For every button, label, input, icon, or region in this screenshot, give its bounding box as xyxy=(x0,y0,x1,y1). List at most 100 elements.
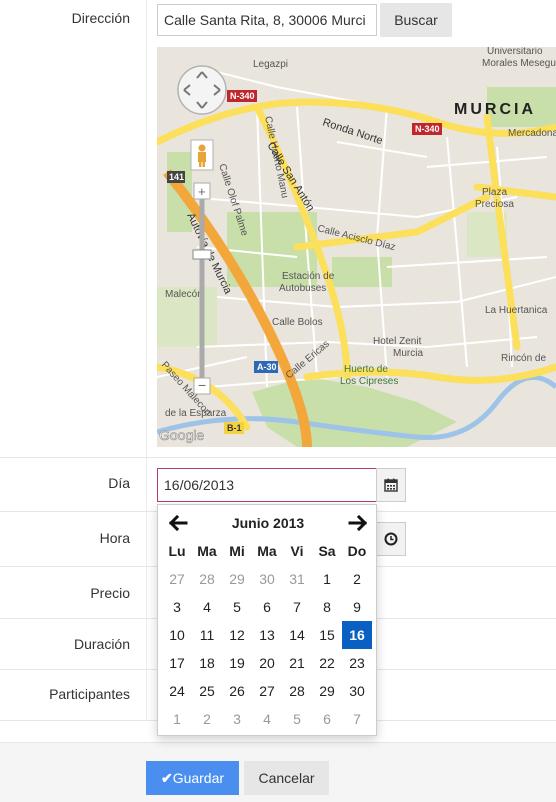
calendar-day[interactable]: 29 xyxy=(312,677,342,705)
map[interactable]: Universitario Morales Meseguer MURCIA Me… xyxy=(157,47,556,447)
map-label: Los Cipreses xyxy=(340,376,398,387)
calendar-day[interactable]: 20 xyxy=(252,649,282,677)
map-label: Hotel Zenit xyxy=(373,336,422,347)
check-icon: ✔ xyxy=(160,769,173,786)
calendar-day[interactable]: 29 xyxy=(222,565,252,593)
calendar-day[interactable]: 1 xyxy=(162,705,192,733)
datepicker-title: Junio 2013 xyxy=(231,515,305,531)
calendar-day[interactable]: 10 xyxy=(162,621,192,649)
map-label: Estación de xyxy=(282,271,335,282)
calendar-day[interactable]: 24 xyxy=(162,677,192,705)
map-label: Preciosa xyxy=(475,199,514,210)
calendar-day[interactable]: 15 xyxy=(312,621,342,649)
calendar-day[interactable]: 18 xyxy=(192,649,222,677)
route-badge: N-340 xyxy=(415,124,440,134)
weekday-header: Sa xyxy=(318,543,336,559)
cancel-button[interactable]: Cancelar xyxy=(244,761,329,795)
calendar-day[interactable]: 23 xyxy=(342,649,372,677)
calendar-day[interactable]: 5 xyxy=(222,593,252,621)
day-label: Día xyxy=(108,475,130,491)
price-label: Precio xyxy=(90,585,130,601)
weekday-header: Mi xyxy=(229,543,245,559)
map-pan-control[interactable] xyxy=(177,65,227,115)
calendar-day[interactable]: 1 xyxy=(312,565,342,593)
map-label: La Huertanica xyxy=(485,305,548,316)
label-divider xyxy=(146,567,147,618)
map-city-label: MURCIA xyxy=(454,101,536,118)
calendar-day[interactable]: 21 xyxy=(282,649,312,677)
calendar-day[interactable]: 12 xyxy=(222,621,252,649)
map-label: Murcia xyxy=(393,348,423,359)
calendar-day[interactable]: 3 xyxy=(222,705,252,733)
address-input[interactable]: Calle Santa Rita, 8, 30006 Murci xyxy=(157,4,377,36)
calendar-day[interactable]: 30 xyxy=(252,565,282,593)
next-month-button[interactable] xyxy=(346,511,370,535)
label-divider xyxy=(146,0,147,457)
calendar-day[interactable]: 11 xyxy=(192,621,222,649)
calendar-day[interactable]: 19 xyxy=(222,649,252,677)
arrow-right-icon xyxy=(348,515,368,531)
form-actions: ✔Guardar Cancelar xyxy=(0,742,556,802)
calendar-day[interactable]: 7 xyxy=(282,593,312,621)
map-label: Morales Meseguer xyxy=(482,58,556,69)
datepicker-header: Junio 2013 xyxy=(158,511,378,535)
calendar-day[interactable]: 27 xyxy=(162,565,192,593)
map-label: Mercadona xyxy=(508,128,556,139)
calendar-day[interactable]: 28 xyxy=(282,677,312,705)
weekday-header: Vi xyxy=(290,543,304,559)
label-divider xyxy=(146,670,147,720)
weekday-header: Lu xyxy=(168,543,186,559)
calendar-day[interactable]: 31 xyxy=(282,565,312,593)
google-logo: Google xyxy=(159,427,204,443)
calendar-day[interactable]: 27 xyxy=(252,677,282,705)
calendar-day-selected[interactable]: 16 xyxy=(342,621,372,649)
label-divider xyxy=(146,619,147,669)
svg-text:−: − xyxy=(198,377,206,393)
calendar-day[interactable]: 28 xyxy=(192,565,222,593)
calendar-icon xyxy=(384,478,398,492)
calendar-day[interactable]: 4 xyxy=(192,593,222,621)
duration-label: Duración xyxy=(73,636,130,652)
calendar-day[interactable]: 6 xyxy=(252,593,282,621)
calendar-day[interactable]: 25 xyxy=(192,677,222,705)
calendar-day[interactable]: 9 xyxy=(342,593,372,621)
map-canvas: Universitario Morales Meseguer MURCIA Me… xyxy=(157,47,556,447)
search-button[interactable]: Buscar xyxy=(380,3,452,37)
weekday-header: Ma xyxy=(257,543,277,559)
calendar-day[interactable]: 22 xyxy=(312,649,342,677)
map-label: Calle Bolos xyxy=(272,317,323,328)
calendar-button[interactable] xyxy=(376,468,406,502)
address-row: Dirección Calle Santa Rita, 8, 30006 Mur… xyxy=(0,0,556,458)
label-divider xyxy=(146,458,147,511)
calendar-day[interactable]: 8 xyxy=(312,593,342,621)
calendar-day[interactable]: 13 xyxy=(252,621,282,649)
map-label: Rincón de xyxy=(501,353,546,364)
route-badge: A-30 xyxy=(257,362,277,372)
calendar-day[interactable]: 4 xyxy=(252,705,282,733)
calendar-day[interactable]: 30 xyxy=(342,677,372,705)
calendar-day[interactable]: 6 xyxy=(312,705,342,733)
save-button[interactable]: ✔Guardar xyxy=(146,761,239,795)
pegman-icon[interactable] xyxy=(190,139,214,171)
clock-button[interactable] xyxy=(376,522,406,556)
map-label: Universitario xyxy=(487,47,543,57)
calendar-day[interactable]: 3 xyxy=(162,593,192,621)
datepicker-popup: Junio 2013 Lu Ma Mi Ma Vi Sa Do 27 28 29 30 31 1 2 3 4 5… xyxy=(157,504,377,736)
label-divider xyxy=(146,512,147,566)
calendar-day[interactable]: 26 xyxy=(222,677,252,705)
map-label: Autobuses xyxy=(279,283,326,294)
map-label: Malecón xyxy=(165,289,203,300)
calendar-day[interactable]: 14 xyxy=(282,621,312,649)
calendar-day[interactable]: 17 xyxy=(162,649,192,677)
weekday-header: Ma xyxy=(197,543,217,559)
route-badge: N-340 xyxy=(230,91,255,101)
datepicker-grid: Lu Ma Mi Ma Vi Sa Do 27 28 29 30 31 1 2 3 4 5 6 7 8 9 10 11 12 1… xyxy=(162,537,374,733)
map-label: Legazpi xyxy=(253,59,288,70)
calendar-day[interactable]: 5 xyxy=(282,705,312,733)
date-input[interactable]: 16/06/2013 xyxy=(157,468,377,502)
calendar-day[interactable]: 2 xyxy=(342,565,372,593)
calendar-day[interactable]: 2 xyxy=(192,705,222,733)
calendar-day[interactable]: 7 xyxy=(342,705,372,733)
route-badge: 141 xyxy=(169,172,184,182)
save-button-label: Guardar xyxy=(172,769,225,786)
